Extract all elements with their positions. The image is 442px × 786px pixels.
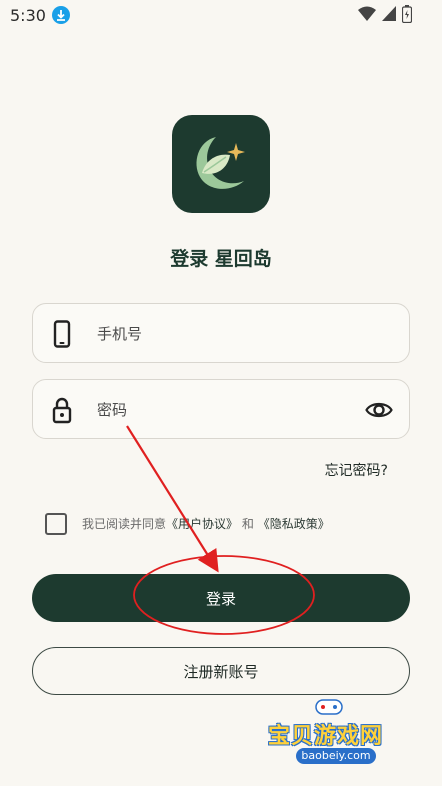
watermark-url: baobeiy.com (296, 748, 376, 764)
status-time: 5:30 (10, 6, 46, 25)
login-button[interactable]: 登录 (32, 574, 410, 622)
page-title: 登录 星回岛 (170, 248, 272, 270)
forgot-password-link[interactable]: 忘记密码? (325, 460, 388, 480)
annotation-arrow (126, 425, 219, 573)
privacy-policy-link[interactable]: 《隐私政策》 (258, 517, 330, 531)
agreement-prefix: 我已阅读并同意 (82, 517, 167, 531)
user-agreement-link[interactable]: 《用户协议》 (166, 517, 238, 531)
download-icon (52, 6, 70, 24)
agreement-text: 我已阅读并同意《用户协议》 和 《隐私政策》 (82, 515, 330, 532)
agreement-checkbox[interactable] (45, 513, 67, 535)
watermark: 宝贝游戏网 baobeiy.com (262, 694, 412, 774)
password-field[interactable] (32, 379, 410, 439)
phone-input[interactable] (97, 318, 357, 350)
signal-icon (382, 6, 396, 21)
leaf-moon-star-logo (196, 137, 245, 189)
wifi-icon (358, 6, 376, 21)
phone-field[interactable] (32, 303, 410, 363)
lock-icon (52, 397, 72, 424)
eye-icon[interactable] (365, 398, 393, 422)
status-bar: 5:30 (0, 0, 442, 32)
app-logo (172, 115, 270, 213)
gamepad-icon (315, 699, 343, 715)
agreement-and: 和 (241, 517, 254, 531)
battery-icon (402, 5, 412, 23)
register-button[interactable]: 注册新账号 (32, 647, 410, 695)
watermark-text: 宝贝游戏网 (268, 724, 384, 749)
password-input[interactable] (97, 394, 357, 426)
phone-icon (53, 320, 71, 348)
